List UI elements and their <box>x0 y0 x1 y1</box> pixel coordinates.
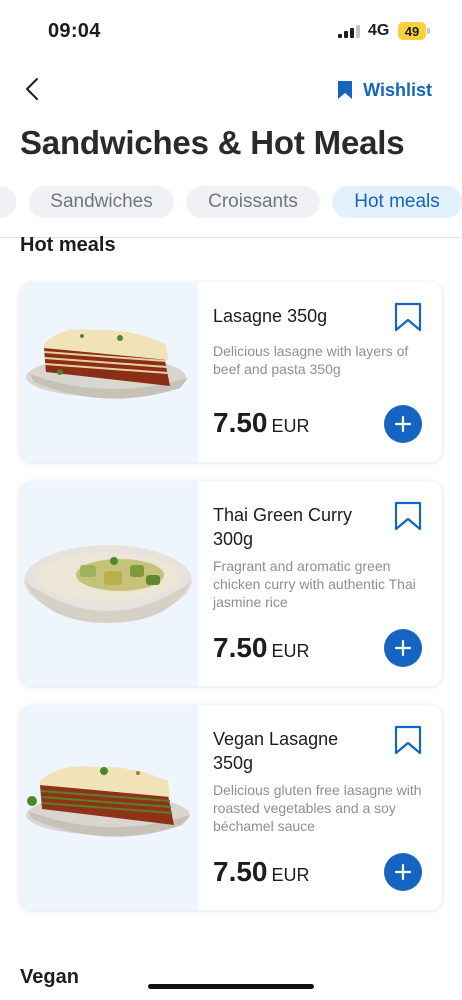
status-bar: 09:04 4G 49 <box>0 0 462 60</box>
category-tabs: Sandwiches Croissants Hot meals <box>0 186 462 220</box>
bookmark-button[interactable] <box>394 725 422 755</box>
add-to-cart-button[interactable] <box>384 405 422 443</box>
wishlist-button[interactable]: Wishlist <box>337 76 432 104</box>
lasagne-image <box>26 766 190 837</box>
tab-hot-meals[interactable]: Hot meals <box>332 186 462 218</box>
section-title-vegan: Vegan <box>20 966 79 988</box>
tab-previous[interactable] <box>0 186 16 218</box>
product-card[interactable]: Vegan Lasagne 350g Delicious gluten free… <box>20 705 442 910</box>
network-label: 4G <box>368 22 390 39</box>
tab-croissants[interactable]: Croissants <box>186 186 320 218</box>
wishlist-label: Wishlist <box>363 79 432 100</box>
plus-icon <box>394 863 412 881</box>
battery-icon: 49 <box>398 22 430 40</box>
back-button[interactable] <box>18 74 46 104</box>
product-image <box>20 481 198 686</box>
bookmark-icon <box>394 302 422 332</box>
bookmark-icon <box>394 501 422 531</box>
home-indicator[interactable] <box>148 984 314 989</box>
product-card[interactable]: Thai Green Curry 300g Fragrant and aroma… <box>20 481 442 686</box>
bookmark-button[interactable] <box>394 501 422 531</box>
price-value: 7.50 <box>213 407 268 438</box>
product-price: 7.50 EUR <box>213 407 310 439</box>
signal-icon <box>338 24 360 38</box>
price-value: 7.50 <box>213 632 268 663</box>
battery-level: 49 <box>398 22 426 40</box>
product-name: Thai Green Curry 300g <box>213 505 353 549</box>
price-currency: EUR <box>271 865 310 885</box>
add-to-cart-button[interactable] <box>384 853 422 891</box>
product-card[interactable]: Lasagne 350g Delicious lasagne with laye… <box>20 282 442 462</box>
chevron-left-icon <box>26 78 38 100</box>
lasagne-image <box>26 329 188 399</box>
status-time: 09:04 <box>48 20 101 42</box>
product-description: Delicious gluten free lasagne with roast… <box>213 782 422 834</box>
bookmark-filled-icon <box>338 81 353 99</box>
price-value: 7.50 <box>213 856 268 887</box>
plus-icon <box>394 639 412 657</box>
tab-sandwiches[interactable]: Sandwiches <box>29 186 174 218</box>
product-price: 7.50 EUR <box>213 856 310 888</box>
page-title: Sandwiches & Hot Meals <box>20 124 405 161</box>
product-image <box>20 282 198 462</box>
product-price: 7.50 EUR <box>213 632 310 664</box>
add-to-cart-button[interactable] <box>384 629 422 667</box>
price-currency: EUR <box>271 416 310 436</box>
bookmark-button[interactable] <box>394 302 422 332</box>
product-description: Fragrant and aromatic green chicken curr… <box>213 558 416 610</box>
product-image <box>20 705 198 910</box>
price-currency: EUR <box>271 641 310 661</box>
plus-icon <box>394 415 412 433</box>
product-name: Lasagne 350g <box>213 306 328 326</box>
bookmark-icon <box>394 725 422 755</box>
product-name: Vegan Lasagne 350g <box>213 729 339 773</box>
curry-bowl-image <box>24 545 192 623</box>
section-title-hot-meals: Hot meals <box>20 234 116 256</box>
product-description: Delicious lasagne with layers of beef an… <box>213 343 409 377</box>
